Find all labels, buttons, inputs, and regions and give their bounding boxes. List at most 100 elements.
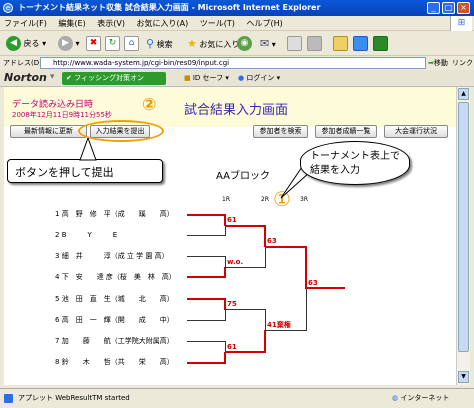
round-2-label: 2R <box>261 196 269 203</box>
refresh-icon[interactable]: ↻ <box>105 36 120 51</box>
forward-button[interactable]: ▶ ▾ <box>58 35 80 52</box>
participant-results-button[interactable]: 参加者成績一覧 <box>315 125 377 138</box>
back-arrow-icon: ◀ <box>6 36 21 51</box>
id-safe-button[interactable]: ■ ID セーフ ▾ <box>184 73 229 83</box>
player-number: 2 <box>55 231 60 239</box>
go-label: 移動 <box>433 59 448 67</box>
bracket-line <box>225 225 265 227</box>
favorites-button[interactable]: ★ お気に入り <box>187 35 239 52</box>
score-label[interactable]: 41棄権 <box>267 321 291 330</box>
stop-icon[interactable]: ✖ <box>86 36 101 51</box>
phishing-label: フィッシング対策オン <box>74 74 144 82</box>
bracket-line <box>225 226 226 236</box>
bracket-line <box>306 288 307 331</box>
callout-submit-pointer <box>79 138 97 161</box>
score-label[interactable]: 63 <box>267 237 277 246</box>
media-icon: ◉ <box>237 36 252 51</box>
print-icon[interactable] <box>287 36 302 51</box>
bracket-line <box>264 225 266 247</box>
id-safe-label: ID セーフ <box>192 74 224 82</box>
score-label[interactable]: 61 <box>227 343 237 352</box>
player-name: 鈴 木 哲（共 栄 高） <box>61 358 174 366</box>
player-name: 下 安 達 彦（桜 美 林 高） <box>61 273 176 281</box>
tournament-progress-button[interactable]: 大会運行状況 <box>384 125 448 138</box>
player-row: 8 鈴 木 哲（共 栄 高） <box>55 358 174 367</box>
refresh-data-button[interactable]: 最新情報に更新 <box>10 125 87 138</box>
media-button[interactable]: ◉ <box>237 35 252 52</box>
callout-input-text: トーナメント表上で結果を入力 <box>310 151 400 176</box>
title-bar: トーナメント結果ネット収集 試合結果入力画面 - Microsoft Inter… <box>0 0 474 16</box>
research-icon[interactable] <box>373 36 388 51</box>
bracket-line <box>265 246 306 248</box>
bracket-line <box>187 298 225 300</box>
menu-help[interactable]: ヘルプ(H) <box>246 19 282 28</box>
zone-label: インターネット <box>400 394 450 402</box>
menu-view[interactable]: 表示(V) <box>97 19 125 28</box>
bracket-line <box>225 256 226 267</box>
vertical-scrollbar[interactable]: ▲ ▼ <box>456 87 470 385</box>
scroll-down-icon[interactable]: ▼ <box>458 371 469 383</box>
edit-icon[interactable] <box>307 36 322 51</box>
back-button[interactable]: ◀ 戻る ▾ <box>6 35 46 52</box>
folder-icon[interactable] <box>333 36 348 51</box>
page-content: データ読み込み日時 2008年12月11日9時11分55秒 ② 試合結果入力画面… <box>4 87 456 385</box>
bracket-line <box>187 276 225 278</box>
search-label: 検索 <box>156 40 173 49</box>
player-name: B Y E <box>61 231 118 239</box>
search-participants-button[interactable]: 参加者を検索 <box>253 125 308 138</box>
bracket-line <box>187 320 225 321</box>
home-icon[interactable]: ⌂ <box>124 36 139 51</box>
address-input[interactable]: http://www.wada-system.jp/cgi-bin/res09/… <box>40 57 426 69</box>
load-time: 2008年12月11日9時11分55秒 <box>12 111 112 119</box>
norton-logo: Norton <box>4 71 47 84</box>
page-title: 試合結果入力画面 <box>184 103 289 118</box>
score-label[interactable]: 63 <box>308 279 318 288</box>
bracket-line <box>224 352 226 364</box>
bracket-line <box>265 330 306 331</box>
login-button[interactable]: ● ログイン ▾ <box>238 73 280 83</box>
player-row: 2 B Y E <box>55 231 117 240</box>
player-number: 8 <box>55 358 60 366</box>
bracket-line <box>265 309 266 330</box>
page-icon <box>4 394 13 403</box>
scroll-thumb[interactable] <box>458 102 469 352</box>
close-button[interactable]: × <box>457 2 470 14</box>
menu-tools[interactable]: ツール(T) <box>200 19 235 28</box>
player-name: 細 井 淳（成 立 学 園 高） <box>61 252 169 260</box>
bracket-line <box>305 246 307 288</box>
bracket-line <box>225 310 226 321</box>
score-label[interactable]: w.o. <box>227 258 243 267</box>
player-row: 4 下 安 達 彦（桜 美 林 高） <box>55 273 176 282</box>
player-number: 3 <box>55 252 60 260</box>
player-number: 1 <box>55 210 60 218</box>
search-icon: ⚲ <box>146 37 155 50</box>
menu-edit[interactable]: 編集(E) <box>58 19 85 28</box>
search-button[interactable]: ⚲ 検索 <box>146 35 173 52</box>
links-button[interactable]: リンク <box>452 56 473 70</box>
bracket-line <box>187 235 225 236</box>
menu-file[interactable]: ファイル(F) <box>4 19 47 28</box>
bracket-line <box>224 267 226 278</box>
mail-button[interactable]: ✉ ▾ <box>260 35 276 52</box>
zone-indicator: ◍ インターネット <box>392 389 449 407</box>
norton-toolbar: Norton ▾ ✔ フィッシング対策オン ■ ID セーフ ▾ ● ログイン … <box>0 70 474 87</box>
scroll-up-icon[interactable]: ▲ <box>458 88 469 100</box>
messenger-icon[interactable] <box>353 36 368 51</box>
menu-favorites[interactable]: お気に入り(A) <box>137 19 189 28</box>
go-button[interactable]: ➡移動 <box>428 56 448 70</box>
score-label[interactable]: 75 <box>227 300 237 309</box>
phishing-toggle[interactable]: ✔ フィッシング対策オン <box>62 72 166 85</box>
player-row: 3 細 井 淳（成 立 学 園 高） <box>55 252 169 261</box>
player-name: 高 野 修 平（成 蹊 高） <box>61 210 174 218</box>
bracket-line <box>225 309 265 310</box>
score-label[interactable]: 61 <box>227 216 237 225</box>
player-name: 高 田 一 輝（開 成 中） <box>61 316 174 324</box>
maximize-button[interactable]: □ <box>442 2 455 14</box>
norton-menu-icon[interactable]: ▾ <box>50 72 55 82</box>
bracket-line <box>187 214 225 216</box>
favorites-label: お気に入り <box>199 40 240 49</box>
player-number: 6 <box>55 316 60 324</box>
round-1-label: 1R <box>222 196 230 203</box>
player-row: 6 高 田 一 輝（開 成 中） <box>55 316 174 325</box>
minimize-button[interactable]: _ <box>427 2 440 14</box>
